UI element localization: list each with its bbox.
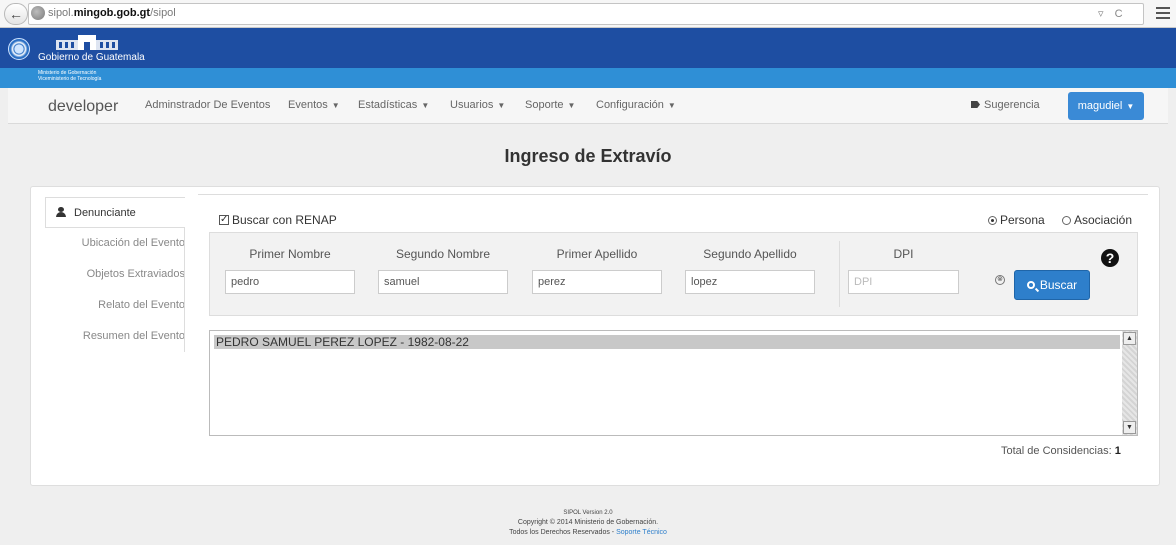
main-navbar: developer Adminstrador De Eventos Evento… — [8, 88, 1168, 124]
tag-icon — [971, 101, 980, 108]
user-menu-button[interactable]: magudiel ▼ — [1068, 92, 1144, 120]
radio-unselected-icon[interactable] — [1062, 215, 1071, 225]
search-icon — [1026, 281, 1035, 289]
label-primer-nombre: Primer Nombre — [249, 247, 331, 261]
nav-estadisticas[interactable]: Estadísticas ▼ — [358, 99, 429, 111]
caret-down-icon: ▼ — [421, 101, 430, 110]
browser-toolbar: ← sipol.mingob.gob.gt/sipol ▿ C — [0, 0, 1176, 28]
hamburger-menu-icon[interactable] — [1156, 7, 1170, 19]
radio-selected-icon[interactable] — [988, 215, 997, 225]
label-dpi: DPI — [893, 247, 914, 261]
wizard-steps: Denunciante Ubicación del Evento Objetos… — [45, 197, 185, 352]
caret-down-icon: ▼ — [567, 101, 576, 110]
search-button[interactable]: Buscar — [1014, 270, 1090, 300]
step-resumen[interactable]: Resumen del Evento — [45, 321, 185, 352]
caret-down-icon: ▼ — [667, 101, 676, 110]
results-list[interactable]: PEDRO SAMUEL PEREZ LOPEZ - 1982-08-22 ▲ … — [209, 330, 1138, 436]
nav-soporte[interactable]: Soporte ▼ — [525, 99, 575, 111]
url-text[interactable]: sipol.mingob.gob.gt/sipol — [48, 7, 176, 19]
dpi-input[interactable] — [848, 270, 959, 294]
search-fields: Primer Nombre Segundo Nombre Primer Apel… — [209, 232, 1138, 316]
scroll-up-icon[interactable]: ▲ — [1123, 332, 1136, 345]
form-panel: Denunciante Ubicación del Evento Objetos… — [30, 186, 1160, 486]
primer-apellido-input[interactable] — [532, 270, 662, 294]
primer-nombre-input[interactable] — [225, 270, 355, 294]
brand[interactable]: developer — [48, 98, 118, 116]
segundo-apellido-input[interactable] — [685, 270, 815, 294]
nav-admin-eventos[interactable]: Adminstrador De Eventos — [145, 99, 270, 111]
clear-icon[interactable]: ⊗ — [995, 275, 1005, 285]
support-link[interactable]: Soporte Técnico — [616, 529, 667, 536]
version-text: SIPOL Version 2.0 — [563, 510, 613, 516]
caret-down-icon: ▼ — [1126, 101, 1135, 111]
government-header: Gobierno de Guatemala Ministerio de Gobe… — [0, 28, 1176, 88]
gov-name: Gobierno de Guatemala — [38, 52, 145, 63]
caret-down-icon: ▼ — [331, 101, 340, 110]
segundo-nombre-input[interactable] — [378, 270, 508, 294]
label-segundo-nombre: Segundo Nombre — [395, 247, 491, 261]
total-matches: Total de Considencias: 1 — [1001, 445, 1121, 457]
radio-persona[interactable]: Persona — [988, 213, 1045, 227]
scrollbar[interactable]: ▲ ▼ — [1122, 331, 1137, 435]
reload-icon[interactable]: ▿ C — [1098, 7, 1127, 20]
user-icon — [56, 207, 66, 217]
renap-checkbox[interactable]: ✓ Buscar con RENAP — [219, 213, 337, 227]
coat-of-arms-icon — [8, 38, 30, 60]
nav-usuarios[interactable]: Usuarios ▼ — [450, 99, 505, 111]
copyright-text: Copyright © 2014 Ministerio de Gobernaci… — [517, 519, 659, 526]
step-relato[interactable]: Relato del Evento — [45, 290, 185, 321]
page-title: Ingreso de Extravío — [504, 146, 672, 166]
nav-configuracion[interactable]: Configuración ▼ — [596, 99, 676, 111]
step-objetos[interactable]: Objetos Extraviados — [45, 259, 185, 290]
help-icon[interactable]: ? — [1101, 249, 1119, 267]
step-ubicacion[interactable]: Ubicación del Evento — [45, 228, 185, 259]
nav-sugerencia[interactable]: Sugerencia — [971, 99, 1040, 111]
address-bar[interactable] — [28, 3, 1144, 25]
footer: SIPOL Version 2.0 Copyright © 2014 Minis… — [0, 508, 1176, 538]
step-denunciante[interactable]: Denunciante — [45, 197, 185, 228]
scroll-down-icon[interactable]: ▼ — [1123, 421, 1136, 434]
back-arrow-icon[interactable]: ← — [4, 3, 28, 25]
globe-icon — [31, 6, 45, 20]
nav-eventos[interactable]: Eventos ▼ — [288, 99, 340, 111]
radio-asociacion[interactable]: Asociación — [1062, 213, 1132, 227]
palace-logo-icon — [56, 35, 118, 50]
label-primer-apellido: Primer Apellido — [556, 247, 638, 261]
rights-text: Todos los Derechos Reservados - — [509, 529, 615, 536]
caret-down-icon: ▼ — [497, 101, 506, 110]
checkbox-checked-icon[interactable]: ✓ — [219, 215, 229, 225]
list-item[interactable]: PEDRO SAMUEL PEREZ LOPEZ - 1982-08-22 — [214, 335, 1120, 349]
label-segundo-apellido: Segundo Apellido — [703, 247, 797, 261]
ministry-name: Ministerio de Gobernación Viceministerio … — [38, 70, 102, 82]
